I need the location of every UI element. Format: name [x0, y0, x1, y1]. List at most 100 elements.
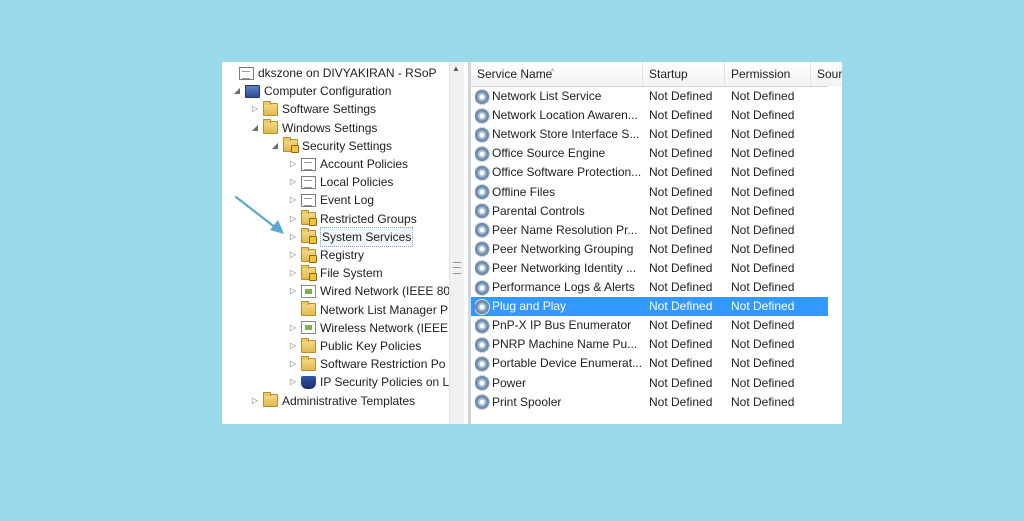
permission-cell: Not Defined — [731, 127, 795, 142]
expand-icon[interactable]: ▷ — [288, 264, 298, 282]
table-row[interactable]: Plug and Play Not Defined Not Defined — [471, 297, 842, 317]
service-gear-icon — [475, 318, 489, 333]
table-row[interactable]: Network List Service Not Defined Not Defin… — [471, 87, 842, 106]
service-gear-icon — [475, 185, 489, 199]
startup-cell: Not Defined — [649, 394, 713, 409]
startup-cell: Not Defined — [649, 184, 713, 199]
service-name-cell: Peer Name Resolution Pr... — [475, 221, 641, 240]
expand-icon[interactable]: ▷ — [250, 100, 260, 118]
table-row[interactable]: Offline Files Not Defined Not Defined — [471, 183, 842, 202]
service-name: Network Location Awaren... — [492, 108, 638, 123]
service-gear-icon — [475, 280, 489, 295]
collapse-icon[interactable]: ◢ — [250, 119, 260, 137]
permission-cell: Not Defined — [731, 165, 795, 180]
column-header-startup[interactable]: Startup — [643, 62, 725, 86]
tree-node[interactable]: ▷ IP Security Policies on L — [288, 373, 449, 391]
tree-node[interactable]: ▷ Wired Network (IEEE 80 — [288, 282, 449, 300]
service-name: Plug and Play — [492, 299, 567, 314]
network-icon — [301, 284, 316, 298]
column-header-label: Service Name — [477, 67, 553, 81]
permission-cell: Not Defined — [731, 299, 795, 314]
service-name-cell: Parental Controls — [475, 202, 641, 221]
expand-icon[interactable]: ▷ — [288, 173, 298, 191]
tree-node[interactable]: ◢ Computer Configuration — [232, 82, 391, 100]
expand-icon[interactable]: ▷ — [288, 337, 298, 355]
service-name-cell: Portable Device Enumerat... — [475, 354, 641, 373]
tree-node[interactable]: ▷ Software Settings — [250, 100, 376, 118]
table-row[interactable]: Performance Logs & Alerts Not Defined Not … — [471, 278, 842, 297]
table-row[interactable]: Power Not Defined Not Defined — [471, 374, 842, 393]
startup-cell: Not Defined — [649, 108, 713, 123]
tree-node[interactable]: ▷ Registry — [288, 246, 364, 264]
startup-cell: Not Defined — [649, 203, 713, 218]
table-row[interactable]: Peer Name Resolution Pr... Not Defined Not… — [471, 221, 842, 240]
tree-node[interactable]: ▷ Administrative Templates — [250, 392, 415, 410]
tree-node[interactable]: dkszone on DIVYAKIRAN - RSoP — [226, 64, 437, 82]
column-header-source[interactable]: Sour — [811, 62, 842, 86]
document-icon — [239, 66, 254, 80]
table-row[interactable]: Office Software Protection... Not Defined… — [471, 163, 842, 182]
list-scrollbar[interactable] — [828, 86, 842, 424]
column-header-permission[interactable]: Permission — [725, 62, 811, 86]
startup-cell: Not Defined — [649, 280, 713, 294]
table-row[interactable]: Peer Networking Grouping Not Defined Not D… — [471, 240, 842, 259]
tree-node[interactable]: Network List Manager P — [288, 301, 448, 319]
service-name: Print Spooler — [492, 394, 562, 409]
expand-icon[interactable]: ▷ — [288, 319, 298, 337]
computer-icon — [245, 84, 260, 98]
permission-cell: Not Defined — [731, 375, 795, 390]
expand-icon[interactable]: ▷ — [288, 373, 298, 391]
expand-icon[interactable]: ▷ — [250, 392, 260, 410]
service-gear-icon — [475, 356, 489, 371]
tree-node[interactable]: ▷ Public Key Policies — [288, 337, 421, 355]
table-row[interactable]: Print Spooler Not Defined Not Defined — [471, 393, 842, 412]
tree-node[interactable]: ▷ Software Restriction Po — [288, 355, 445, 373]
startup-cell: Not Defined — [649, 318, 713, 333]
tree-node[interactable]: ◢ Security Settings — [270, 137, 392, 155]
policy-document-icon — [301, 157, 316, 171]
folder-icon — [301, 337, 316, 353]
table-row[interactable]: Network Store Interface S... Not Defined N… — [471, 125, 842, 144]
tree-node-label: Network List Manager P — [320, 302, 449, 317]
locked-folder-icon — [301, 210, 317, 227]
tree-node[interactable]: ▷ System Services — [288, 226, 414, 247]
service-name-cell: Plug and Play — [475, 297, 641, 316]
table-row[interactable]: Peer Networking Identity ... Not Defined N… — [471, 259, 842, 278]
tree-node[interactable]: ▷ Restricted Groups — [288, 210, 417, 228]
tree-node[interactable]: ▷ Event Log — [288, 191, 374, 209]
service-name-cell: Offline Files — [475, 183, 641, 202]
tree-node[interactable]: ▷ Wireless Network (IEEE — [288, 319, 448, 337]
collapse-icon[interactable]: ◢ — [232, 82, 242, 100]
table-row[interactable]: PNRP Machine Name Pu... Not Defined Not De… — [471, 335, 842, 354]
scroll-up-arrow-icon[interactable]: ▲ — [452, 64, 460, 73]
permission-cell: Not Defined — [731, 337, 795, 352]
table-row[interactable]: Parental Controls Not Defined Not Defined — [471, 202, 842, 221]
table-row[interactable]: Portable Device Enumerat... Not Defined No… — [471, 354, 842, 373]
expand-icon[interactable]: ▷ — [288, 282, 298, 300]
service-name: Office Software Protection... — [492, 165, 641, 180]
service-gear-icon — [475, 146, 489, 161]
table-row[interactable]: Network Location Awaren... Not Defined Not… — [471, 106, 842, 125]
folder-icon — [263, 392, 278, 408]
expand-icon[interactable]: ▷ — [288, 155, 298, 173]
tree-scrollbar[interactable]: ▲ — [449, 62, 464, 424]
startup-cell: Not Defined — [649, 89, 713, 103]
tree-node[interactable]: ▷ File System — [288, 264, 383, 282]
tree-node[interactable]: ◢ Windows Settings — [250, 119, 377, 137]
tree-node[interactable]: ▷ Local Policies — [288, 173, 393, 191]
permission-cell: Not Defined — [731, 280, 795, 294]
collapse-icon[interactable]: ◢ — [270, 137, 280, 155]
startup-cell: Not Defined — [649, 222, 713, 237]
column-header-service-name[interactable]: Service Name ^ — [471, 62, 643, 86]
tree-node-label: File System — [320, 266, 383, 281]
table-row[interactable]: Office Source Engine Not Defined Not Defin… — [471, 144, 842, 163]
expand-icon[interactable]: ▷ — [288, 355, 298, 373]
scroll-grip-icon[interactable] — [453, 262, 461, 274]
service-gear-icon — [475, 204, 489, 219]
tree-node[interactable]: ▷ Account Policies — [288, 155, 408, 173]
service-gear-icon — [475, 89, 489, 104]
table-row[interactable]: PnP-X IP Bus Enumerator Not Defined Not De… — [471, 316, 842, 335]
service-gear-icon — [475, 337, 489, 352]
tree-node-label: Windows Settings — [282, 120, 378, 135]
expand-icon[interactable]: ▷ — [288, 246, 298, 264]
